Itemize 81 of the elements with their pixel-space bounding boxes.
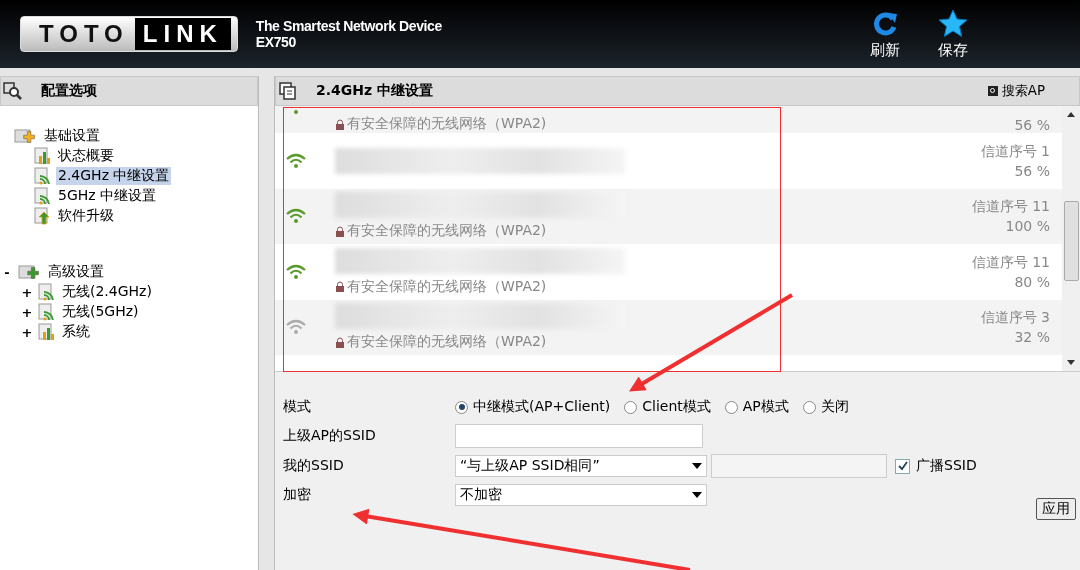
star-icon [938, 8, 968, 37]
expand-toggle[interactable]: + [20, 304, 34, 320]
signal-text: 32 % [1014, 329, 1050, 346]
mode-option[interactable]: Client模式 [624, 398, 711, 416]
lock-icon [335, 336, 345, 348]
field-label: 加密 [283, 485, 312, 504]
tree-item[interactable]: 5GHz 中继设置 [56, 187, 159, 205]
tagline: The Smartest Network Device [255, 18, 442, 34]
scroll-thumb[interactable] [1064, 201, 1079, 281]
scroll-down-icon[interactable] [1067, 360, 1075, 365]
caret-icon [692, 492, 702, 498]
security-text: 有安全保障的无线网络（WPA2) [335, 222, 972, 241]
mode-option[interactable]: 中继模式(AP+Client) [455, 398, 611, 416]
lock-icon [335, 118, 345, 130]
tree-item[interactable]: 状态概要 [56, 147, 116, 165]
wifi-icon [285, 319, 307, 336]
tree-item[interactable]: 系统 [60, 323, 92, 341]
wifi-dot-icon [294, 110, 298, 114]
mode-option[interactable]: 关闭 [802, 398, 849, 416]
search-ap-button[interactable]: 搜索AP [987, 82, 1073, 100]
scroll-up-icon[interactable] [1067, 112, 1075, 117]
channel-text: 信道序号 3 [980, 309, 1050, 328]
wifi-icon [285, 263, 307, 280]
wifi-icon [285, 152, 307, 169]
broadcast-checkbox[interactable]: 广播SSID [895, 457, 977, 475]
expand-toggle[interactable]: - [0, 264, 14, 280]
check-icon [897, 461, 908, 471]
wifi-icon [285, 208, 307, 225]
bar-chart-icon [38, 323, 56, 341]
security-text: 有安全保障的无线网络（WPA2) [335, 333, 981, 352]
wifi-icon [34, 187, 52, 205]
radio-button[interactable] [802, 400, 816, 414]
channel-text: 信道序号 11 [971, 253, 1050, 272]
expand-toggle[interactable]: + [20, 324, 34, 340]
caret-icon [692, 463, 702, 469]
folder-plus-icon [18, 263, 42, 281]
tree-item[interactable]: 无线(5GHz) [60, 303, 141, 321]
save-button[interactable]: 保存 [938, 8, 968, 60]
bar-chart-icon [34, 147, 52, 165]
tree-item[interactable]: 高级设置 [46, 263, 106, 281]
channel-text: 信道序号 1 [980, 142, 1050, 161]
search-icon [987, 86, 998, 96]
security-text: 有安全保障的无线网络（WPA2) [335, 277, 972, 296]
lock-icon [335, 281, 345, 293]
tree-item[interactable]: 基础设置 [42, 127, 102, 145]
wifi-icon [34, 167, 52, 185]
encryption-dropdown[interactable]: 不加密 [455, 484, 707, 506]
logo: TOTO LINK [20, 16, 238, 52]
field-label: 上级AP的SSID [283, 426, 377, 445]
field-label: 我的SSID [283, 456, 345, 475]
ssid-input[interactable] [455, 424, 703, 448]
expand-toggle[interactable]: + [20, 284, 34, 300]
signal-text: 80 % [1014, 273, 1050, 290]
refresh-button[interactable]: 刷新 [870, 8, 900, 60]
checkbox[interactable] [895, 458, 910, 474]
model-name: EX750 [255, 34, 297, 50]
search-icon [3, 82, 23, 100]
panel-title: 配置选项 [41, 82, 97, 100]
radio-button[interactable] [724, 400, 738, 414]
scrollbar[interactable] [1062, 106, 1080, 371]
lock-icon [335, 225, 345, 237]
radio-button[interactable] [624, 400, 638, 414]
upgrade-icon [34, 207, 52, 225]
tree-item[interactable]: 2.4GHz 中继设置 [56, 167, 172, 185]
wifi-icon [38, 283, 56, 301]
security-text: 有安全保障的无线网络（WPA2) [335, 115, 1015, 133]
tree-item[interactable]: 软件升级 [56, 207, 116, 225]
ssid-dropdown[interactable]: “与上级AP SSID相同” [455, 455, 707, 477]
apply-button[interactable]: 应用 [1036, 498, 1076, 520]
panel-title: 2.4GHz 中继设置 [316, 82, 434, 100]
mode-option[interactable]: AP模式 [724, 398, 789, 416]
signal-text: 56 % [1014, 117, 1050, 133]
panel-icon [278, 82, 298, 100]
signal-text: 56 % [1014, 162, 1050, 179]
radio-button[interactable] [455, 400, 468, 414]
folder-plus-icon [14, 127, 38, 145]
field-label: 模式 [283, 397, 312, 416]
wifi-icon [38, 303, 56, 321]
channel-text: 信道序号 11 [971, 198, 1050, 217]
signal-text: 100 % [1005, 218, 1050, 235]
tree-item[interactable]: 无线(2.4GHz) [60, 283, 154, 301]
